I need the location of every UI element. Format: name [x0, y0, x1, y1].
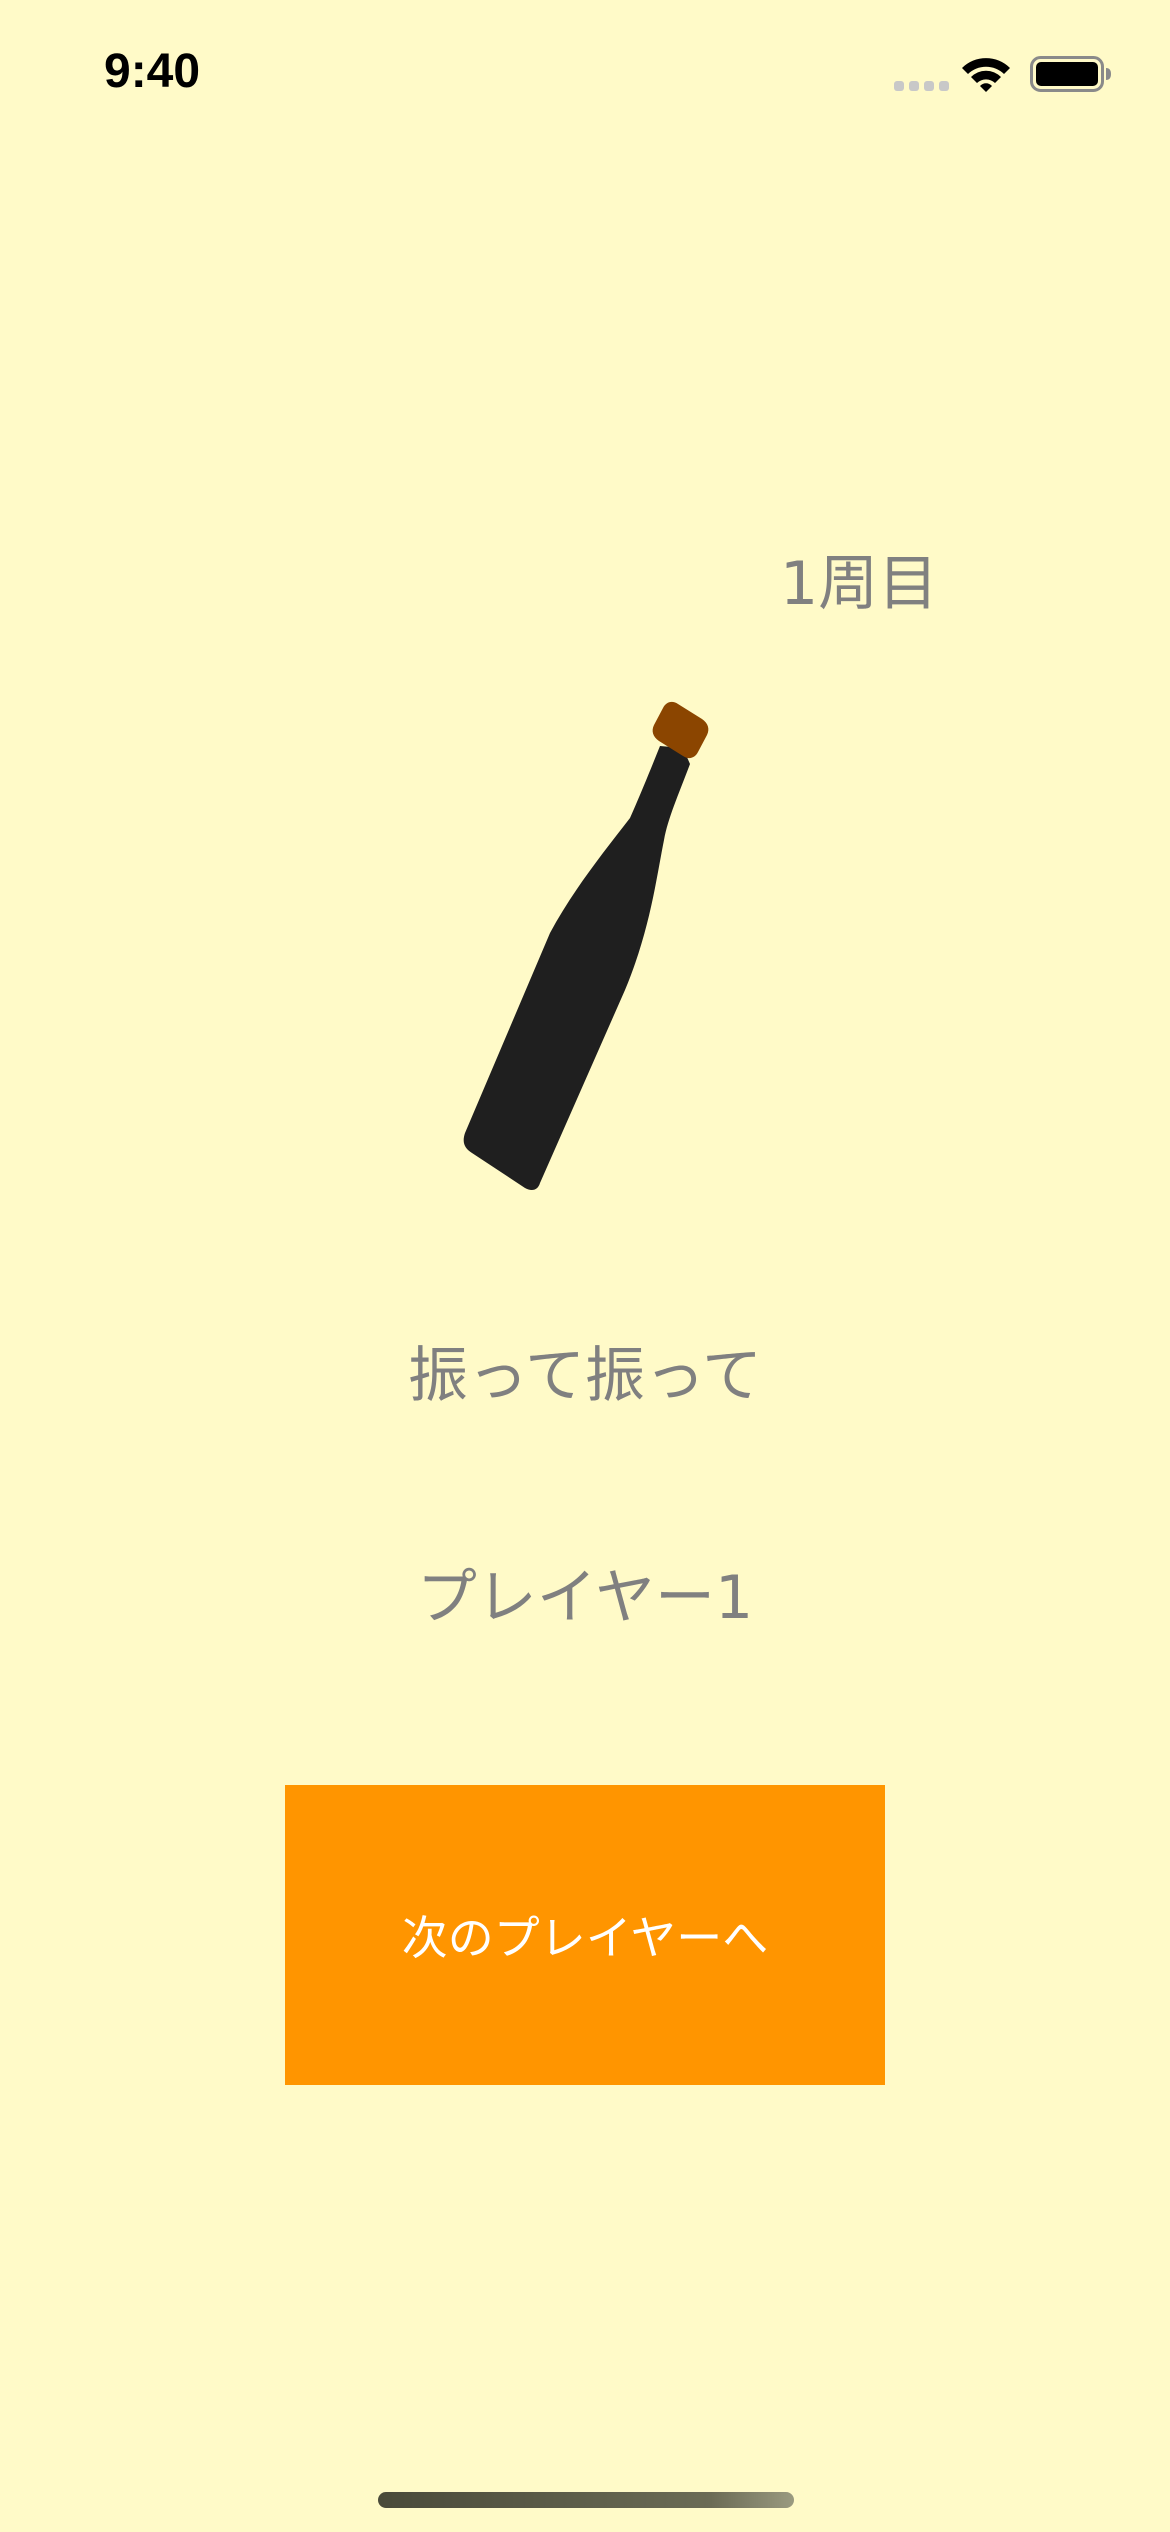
bottle-icon	[463, 701, 709, 1191]
status-time: 9:40	[104, 45, 201, 98]
cellular-signal-icon	[894, 81, 949, 91]
next-player-button[interactable]: 次のプレイヤーへ	[285, 1785, 885, 2085]
round-label: 1周目	[780, 549, 939, 619]
wifi-icon	[962, 58, 1010, 92]
home-indicator[interactable]	[378, 2492, 794, 2508]
shake-instruction: 振って振って	[408, 1341, 762, 1411]
app-screen: 9:40 1周目 振って振って プレイヤー1 次のプレイヤーへ	[0, 0, 1170, 2532]
battery-icon	[1030, 56, 1111, 92]
status-icons	[894, 50, 1114, 98]
current-player-label: プレイヤー1	[416, 1563, 754, 1633]
bottle-image	[450, 700, 730, 1200]
